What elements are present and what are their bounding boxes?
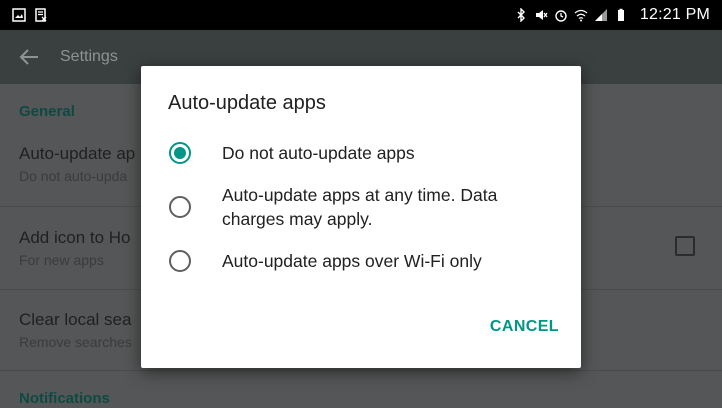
document-x-icon bbox=[35, 8, 47, 22]
option-label: Do not auto-update apps bbox=[222, 143, 415, 163]
section-header-notifications: Notifications bbox=[19, 390, 110, 407]
status-bar: 12:21 PM bbox=[0, 0, 722, 30]
status-right-icons: 12:21 PM bbox=[514, 6, 710, 24]
radio-dot bbox=[174, 147, 186, 159]
radio-unchecked[interactable] bbox=[169, 250, 191, 272]
signal-icon bbox=[594, 9, 607, 21]
status-left-icons bbox=[12, 8, 48, 22]
bluetooth-icon bbox=[517, 8, 525, 22]
pref-clear-search-title[interactable]: Clear local sea bbox=[19, 310, 131, 330]
image-icon bbox=[12, 8, 26, 22]
mute-icon bbox=[535, 10, 548, 20]
page-title: Settings bbox=[60, 48, 118, 65]
radio-checked[interactable] bbox=[169, 142, 191, 164]
auto-update-dialog: Auto-update apps Do not auto-update apps… bbox=[141, 66, 581, 368]
radio-unchecked[interactable] bbox=[169, 196, 191, 218]
pref-clear-search-summary: Remove searches bbox=[19, 334, 132, 350]
battery-icon bbox=[617, 8, 624, 21]
add-icon-checkbox[interactable] bbox=[675, 236, 695, 256]
option-label: Auto-update apps at any time. Data charg… bbox=[222, 185, 498, 229]
dialog-title: Auto-update apps bbox=[168, 92, 326, 114]
status-time: 12:21 PM bbox=[639, 6, 710, 23]
option-auto-update-wifi[interactable]: Auto-update apps over Wi-Fi only bbox=[141, 249, 581, 273]
option-label: Auto-update apps over Wi-Fi only bbox=[222, 251, 482, 271]
cancel-button[interactable]: CANCEL bbox=[490, 318, 559, 336]
option-do-not-auto-update[interactable]: Do not auto-update apps bbox=[141, 141, 581, 165]
alarm-icon bbox=[555, 10, 567, 22]
section-header-general: General bbox=[19, 103, 75, 120]
arrow-left-icon[interactable] bbox=[18, 46, 40, 68]
pref-auto-update-title[interactable]: Auto-update ap bbox=[19, 144, 135, 164]
pref-add-icon-summary: For new apps bbox=[19, 252, 104, 268]
pref-add-icon-title[interactable]: Add icon to Ho bbox=[19, 228, 131, 248]
divider bbox=[0, 370, 722, 371]
wifi-icon bbox=[574, 9, 588, 22]
option-auto-update-any-time[interactable]: Auto-update apps at any time. Data charg… bbox=[141, 183, 581, 231]
pref-auto-update-summary: Do not auto-upda bbox=[19, 168, 128, 184]
